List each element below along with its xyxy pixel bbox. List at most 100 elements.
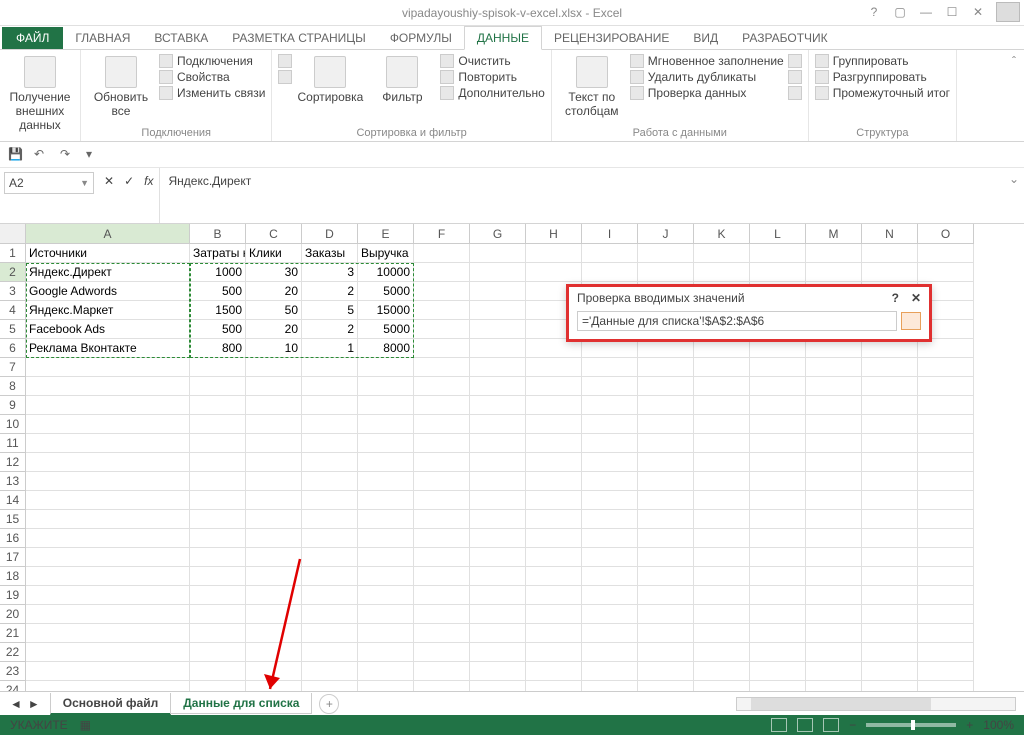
cell[interactable] (862, 586, 918, 605)
cell[interactable] (526, 358, 582, 377)
minimize-icon[interactable]: — (914, 2, 938, 22)
cell[interactable] (638, 263, 694, 282)
col-header-B[interactable]: B (190, 224, 246, 244)
cell[interactable] (246, 605, 302, 624)
page-layout-view-icon[interactable] (797, 718, 813, 732)
collapse-dialog-icon[interactable] (901, 312, 921, 330)
cell[interactable] (414, 434, 470, 453)
cell[interactable] (26, 624, 190, 643)
cell[interactable] (190, 491, 246, 510)
cell[interactable] (750, 358, 806, 377)
cell[interactable] (26, 681, 190, 691)
remove-duplicates-button[interactable]: Удалить дубликаты (630, 70, 784, 84)
cell[interactable] (358, 662, 414, 681)
sheet-nav-prev-icon[interactable]: ◄ (10, 697, 22, 711)
cell[interactable] (694, 548, 750, 567)
cell[interactable] (358, 415, 414, 434)
cell[interactable] (526, 662, 582, 681)
cell[interactable]: 10 (246, 339, 302, 358)
reapply-button[interactable]: Повторить (440, 70, 544, 84)
col-header-N[interactable]: N (862, 224, 918, 244)
cell[interactable] (638, 244, 694, 263)
row-header[interactable]: 16 (0, 529, 26, 548)
cell[interactable] (918, 567, 974, 586)
cell[interactable] (302, 396, 358, 415)
cell[interactable]: 3 (302, 263, 358, 282)
cell[interactable] (694, 605, 750, 624)
cell[interactable] (694, 434, 750, 453)
sheet-nav-next-icon[interactable]: ► (28, 697, 40, 711)
add-sheet-button[interactable]: + (319, 694, 339, 714)
col-header-G[interactable]: G (470, 224, 526, 244)
cell[interactable] (414, 282, 470, 301)
cell[interactable] (806, 586, 862, 605)
cell[interactable] (694, 662, 750, 681)
cell[interactable] (582, 662, 638, 681)
cell[interactable] (470, 510, 526, 529)
cell[interactable] (190, 662, 246, 681)
cell[interactable]: Реклама Вконтакте (26, 339, 190, 358)
cell[interactable] (862, 434, 918, 453)
data-validation-button[interactable]: Проверка данных (630, 86, 784, 100)
cell[interactable] (358, 624, 414, 643)
cell[interactable] (694, 491, 750, 510)
cell[interactable] (190, 529, 246, 548)
cell[interactable] (526, 643, 582, 662)
row-header[interactable]: 6 (0, 339, 26, 358)
cell[interactable] (526, 377, 582, 396)
cell[interactable] (750, 415, 806, 434)
cell[interactable] (806, 358, 862, 377)
cell[interactable] (918, 377, 974, 396)
cell[interactable] (750, 472, 806, 491)
cell[interactable] (246, 662, 302, 681)
cell[interactable] (246, 453, 302, 472)
tab-review[interactable]: РЕЦЕНЗИРОВАНИЕ (542, 27, 681, 49)
qat-customize-icon[interactable]: ▾ (86, 147, 102, 163)
cell[interactable] (582, 396, 638, 415)
cell[interactable] (246, 396, 302, 415)
cell[interactable] (918, 662, 974, 681)
cell[interactable] (918, 415, 974, 434)
cell[interactable] (638, 396, 694, 415)
cell[interactable]: 10000 (358, 263, 414, 282)
cell[interactable] (526, 244, 582, 263)
cell[interactable] (750, 681, 806, 691)
expand-formula-bar-icon[interactable]: ⌄ (1004, 168, 1024, 186)
cell[interactable] (526, 529, 582, 548)
cell[interactable] (302, 491, 358, 510)
row-header[interactable]: 8 (0, 377, 26, 396)
cell[interactable] (358, 396, 414, 415)
cell[interactable] (414, 472, 470, 491)
cell[interactable]: 2 (302, 282, 358, 301)
cell[interactable] (190, 453, 246, 472)
cell[interactable] (414, 548, 470, 567)
cell[interactable] (918, 263, 974, 282)
cell[interactable] (470, 662, 526, 681)
tab-file[interactable]: ФАЙЛ (2, 27, 63, 49)
sort-asc-button[interactable] (278, 54, 292, 68)
ribbon-display-icon[interactable]: ▢ (888, 2, 912, 22)
cell[interactable] (862, 548, 918, 567)
cell[interactable] (470, 358, 526, 377)
col-header-C[interactable]: C (246, 224, 302, 244)
cell[interactable] (470, 624, 526, 643)
cell[interactable] (638, 548, 694, 567)
cell[interactable] (806, 624, 862, 643)
dialog-close-icon[interactable]: ✕ (911, 291, 921, 305)
data-validation-dialog[interactable]: Проверка вводимых значений ? ✕ (566, 284, 932, 342)
col-header-L[interactable]: L (750, 224, 806, 244)
cell[interactable] (246, 624, 302, 643)
row-header[interactable]: 5 (0, 320, 26, 339)
cell[interactable] (470, 529, 526, 548)
cell[interactable]: Выручка (358, 244, 414, 263)
cell[interactable] (302, 434, 358, 453)
cell[interactable] (694, 567, 750, 586)
cell[interactable] (582, 681, 638, 691)
cell[interactable]: 1000 (190, 263, 246, 282)
cell[interactable] (190, 377, 246, 396)
zoom-slider[interactable] (866, 723, 956, 727)
cell[interactable] (862, 453, 918, 472)
cell[interactable] (246, 377, 302, 396)
row-header[interactable]: 9 (0, 396, 26, 415)
cell[interactable] (302, 377, 358, 396)
